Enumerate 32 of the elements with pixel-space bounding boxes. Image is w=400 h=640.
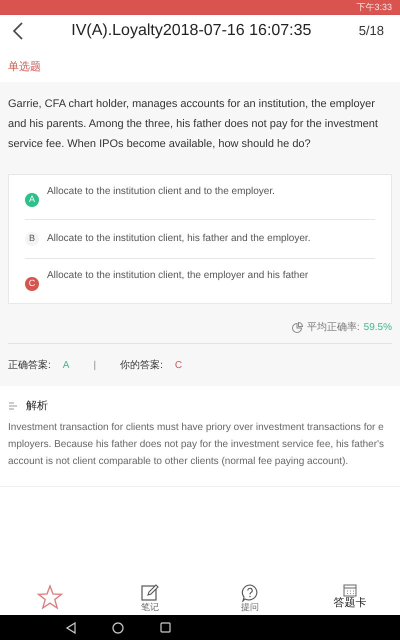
progress-count: 5/18 — [358, 22, 385, 40]
option-letter[interactable]: B — [25, 232, 39, 246]
home-nav-icon[interactable] — [112, 622, 124, 634]
separator: | — [93, 358, 96, 372]
list-icon — [8, 401, 18, 412]
calendar-icon[interactable] — [343, 584, 357, 597]
option-text[interactable]: Allocate to the institution client, his father and the employer. — [47, 232, 310, 246]
window-title: IV(A).Loyalty2018-07-16 16:07:35 — [70, 20, 312, 40]
pie-chart-icon — [290, 322, 303, 334]
your-answer: C — [174, 358, 182, 372]
recents-nav-icon[interactable] — [160, 622, 171, 633]
question-icon[interactable] — [241, 584, 259, 602]
average-label: 平均正确率: — [306, 320, 360, 335]
correct-answer: A — [62, 358, 70, 372]
option-letter[interactable]: C — [25, 277, 39, 291]
tab-label[interactable]: 答题卡 — [334, 597, 366, 610]
status-time: 下午3:33 — [356, 3, 392, 12]
back-icon[interactable] — [12, 20, 24, 40]
correct-answer-label: 正确答案: — [8, 358, 51, 372]
star-icon[interactable] — [37, 584, 63, 610]
question-text: Garrie, CFA chart holder, manages accounts for an institution, the employer and his parents. Among the three, his father does not pay for the investment service fee. When IPOs become available, how should he do? — [8, 97, 379, 152]
your-answer-label: 你的答案: — [120, 358, 163, 372]
option-text[interactable]: Allocate to the institution client, the employer and his father — [47, 269, 308, 283]
average-value: 59.5% — [364, 321, 392, 335]
analysis-text: Investment transaction for clients must have priory over investment transactions for employers. Because his father does not pay for the investment service fee, his father's account is not client comparable to other clients (normal fee paying account). — [8, 420, 385, 468]
analysis-title: 解析 — [26, 399, 48, 414]
tab-label[interactable]: 提问 — [241, 602, 259, 613]
tab-label[interactable]: 笔记 — [141, 602, 159, 613]
edit-icon[interactable] — [141, 584, 159, 602]
question-type: 单选题 — [8, 61, 41, 73]
back-nav-icon[interactable] — [66, 622, 76, 634]
option-text[interactable]: Allocate to the institution client and to the employer. — [47, 185, 275, 199]
